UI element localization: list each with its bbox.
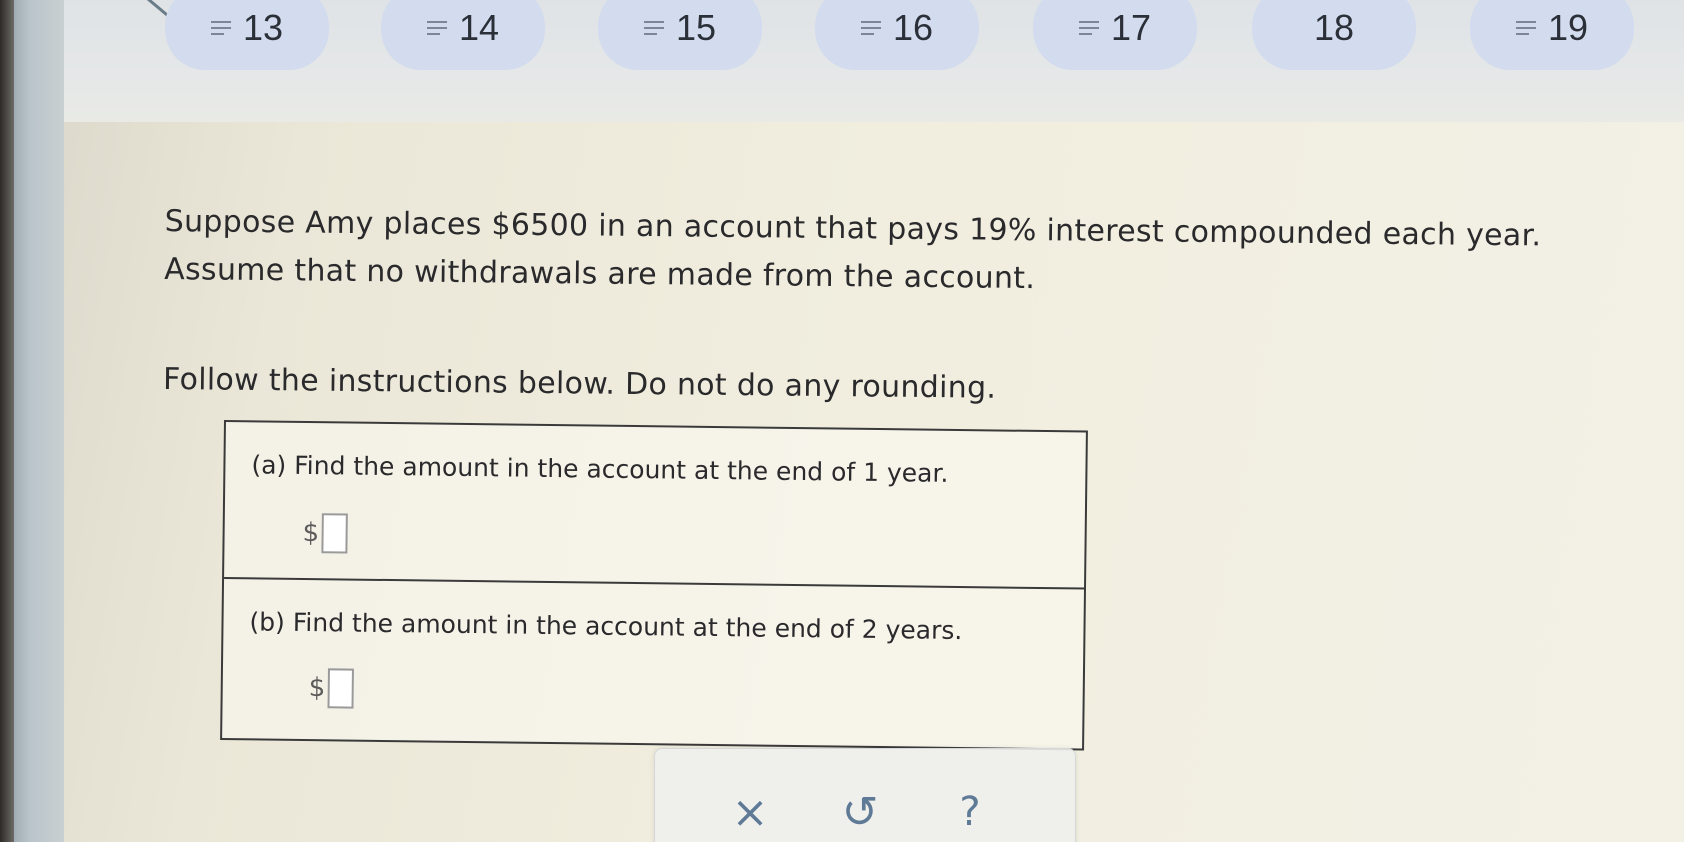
question-nav-18[interactable]: 18 (1252, 0, 1416, 70)
question-number: 17 (1110, 7, 1152, 48)
lines-icon (860, 21, 881, 35)
part-b: (b) Find the amount in the account at th… (222, 579, 1084, 746)
question-number: 16 (892, 7, 934, 48)
lines-icon (426, 21, 447, 35)
lines-icon (210, 21, 231, 35)
question-number: 19 (1547, 7, 1589, 48)
question-number: 14 (458, 7, 500, 48)
question-nav-19[interactable]: 19 (1470, 0, 1634, 70)
question-nav-bar: 13 14 15 16 17 18 19 (64, 0, 1684, 122)
question-nav-13[interactable]: 13 (165, 0, 329, 70)
part-a-label: (a) Find the amount in the account at th… (251, 450, 949, 488)
dollar-sign: $ (308, 673, 326, 704)
answer-box: (a) Find the amount in the account at th… (220, 420, 1088, 751)
part-b-answer: $ (308, 668, 354, 709)
question-number: 18 (1313, 7, 1355, 48)
question-nav-15[interactable]: 15 (598, 0, 762, 70)
question-number: 15 (675, 7, 717, 48)
part-b-input[interactable] (327, 668, 354, 709)
help-icon[interactable]: ? (945, 787, 995, 837)
screen-bezel (0, 0, 64, 842)
answer-toolbar: × ↺ ? (654, 748, 1076, 842)
lines-icon (1078, 21, 1099, 35)
part-a: (a) Find the amount in the account at th… (224, 422, 1086, 590)
problem-statement: Suppose Amy places $6500 in an account t… (163, 198, 1665, 420)
question-nav-16[interactable]: 16 (815, 0, 979, 70)
question-number: 13 (242, 7, 284, 48)
problem-instructions: Follow the instructions below. Do not do… (162, 361, 997, 406)
question-nav-17[interactable]: 17 (1033, 0, 1197, 70)
lines-icon (643, 21, 664, 35)
part-a-answer: $ (302, 513, 348, 554)
undo-icon[interactable]: ↺ (835, 787, 885, 838)
part-b-label: (b) Find the amount in the account at th… (249, 607, 963, 646)
lines-icon (1515, 21, 1536, 35)
question-nav-14[interactable]: 14 (381, 0, 545, 70)
clear-icon[interactable]: × (725, 787, 775, 838)
dollar-sign: $ (302, 517, 320, 549)
part-a-input[interactable] (320, 513, 348, 554)
